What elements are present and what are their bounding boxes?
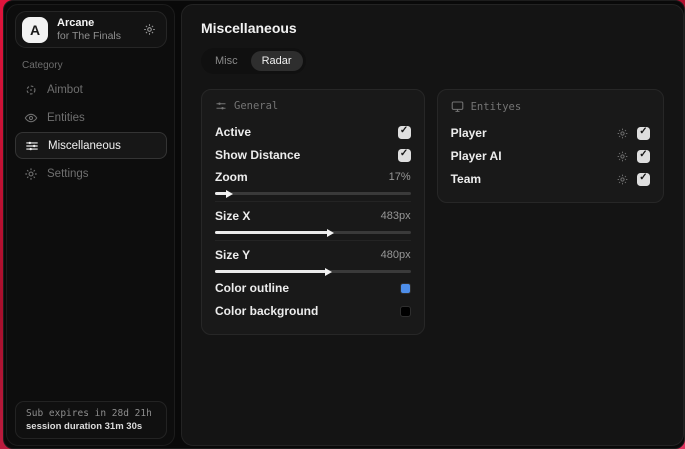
tab-misc[interactable]: Misc bbox=[204, 51, 249, 71]
team-checkbox[interactable] bbox=[637, 172, 650, 186]
brand-text: Arcane for The Finals bbox=[57, 17, 134, 43]
brand-subtitle: for The Finals bbox=[57, 29, 121, 42]
player-ai-checkbox[interactable] bbox=[637, 149, 650, 163]
sidebar: A Arcane for The Finals Category Aimbot … bbox=[6, 4, 175, 446]
slider-value: 483px bbox=[380, 210, 411, 222]
entity-row-player-ai: Player AI bbox=[451, 145, 650, 167]
app-window: A Arcane for The Finals Category Aimbot … bbox=[3, 0, 685, 449]
slider-thumb[interactable] bbox=[225, 189, 233, 198]
divider bbox=[215, 201, 411, 202]
sidebar-item-label: Miscellaneous bbox=[48, 139, 121, 152]
size-x-slider[interactable] bbox=[215, 228, 411, 237]
sub-expiry-text: Sub expires in 28d 21h bbox=[26, 408, 152, 419]
divider bbox=[215, 240, 411, 241]
sidebar-item-label: Settings bbox=[47, 167, 89, 180]
size-y-slider[interactable] bbox=[215, 267, 411, 276]
color-background-swatch[interactable] bbox=[399, 305, 411, 317]
tab-radar[interactable]: Radar bbox=[250, 51, 303, 71]
gear-icon[interactable] bbox=[616, 150, 629, 163]
eye-icon bbox=[24, 111, 38, 125]
sidebar-item-label: Entities bbox=[47, 111, 85, 124]
category-label: Category bbox=[22, 60, 63, 71]
entity-row-player: Player bbox=[451, 122, 650, 144]
subscription-card: Sub expires in 28d 21h session duration … bbox=[15, 401, 167, 439]
panels-row: General Active Show Distance Zoom 17% bbox=[201, 89, 664, 335]
page-title: Miscellaneous bbox=[201, 20, 297, 36]
size-x-slider-group: Size X 483px bbox=[215, 207, 411, 237]
color-label: Color background bbox=[215, 304, 319, 318]
toggle-row-show-distance: Show Distance bbox=[215, 144, 411, 166]
sidebar-item-settings[interactable]: Settings bbox=[15, 160, 167, 187]
slider-label: Size X bbox=[215, 209, 251, 223]
color-outline-swatch[interactable] bbox=[399, 282, 411, 294]
color-label: Color outline bbox=[215, 281, 289, 295]
entity-row-team: Team bbox=[451, 168, 650, 190]
player-checkbox[interactable] bbox=[637, 126, 650, 140]
app-logo: A bbox=[22, 16, 48, 43]
slider-thumb[interactable] bbox=[327, 228, 335, 237]
brand-title: Arcane bbox=[57, 16, 95, 29]
color-row-background: Color background bbox=[215, 300, 411, 322]
session-duration-text: session duration 31m 30s bbox=[26, 421, 143, 432]
toggle-label: Show Distance bbox=[215, 148, 301, 162]
slider-value: 480px bbox=[380, 249, 411, 261]
main-panel: Miscellaneous Misc Radar General Active … bbox=[181, 4, 684, 446]
gear-icon[interactable] bbox=[616, 173, 629, 186]
sidebar-item-entities[interactable]: Entities bbox=[15, 104, 167, 131]
crosshair-icon bbox=[24, 83, 38, 97]
entities-panel-header: Entityes bbox=[451, 100, 650, 113]
tab-bar: Misc Radar bbox=[201, 48, 306, 74]
entity-label: Team bbox=[450, 172, 482, 186]
sidebar-nav: Aimbot Entities Miscellaneous Settings bbox=[15, 76, 167, 187]
slider-label: Zoom bbox=[215, 170, 248, 184]
toggle-row-active: Active bbox=[215, 121, 411, 143]
gear-icon[interactable] bbox=[616, 127, 629, 140]
entity-label: Player bbox=[450, 126, 487, 140]
zoom-slider-group: Zoom 17% bbox=[215, 168, 411, 198]
sliders-icon bbox=[25, 139, 39, 153]
toggle-label: Active bbox=[215, 125, 252, 139]
gear-icon[interactable] bbox=[143, 23, 156, 36]
entities-panel: Entityes Player Pl bbox=[436, 89, 664, 203]
zoom-slider[interactable] bbox=[215, 189, 411, 198]
panel-title: Entityes bbox=[470, 100, 522, 113]
monitor-icon bbox=[451, 100, 464, 113]
slider-label: Size Y bbox=[215, 248, 251, 262]
color-row-outline: Color outline bbox=[215, 277, 411, 299]
sidebar-item-label: Aimbot bbox=[47, 83, 83, 96]
general-panel: General Active Show Distance Zoom 17% bbox=[201, 89, 425, 335]
sidebar-item-miscellaneous[interactable]: Miscellaneous bbox=[15, 132, 167, 159]
slider-value: 17% bbox=[388, 171, 411, 183]
size-y-slider-group: Size Y 480px bbox=[215, 246, 411, 276]
panel-title: General bbox=[234, 100, 279, 112]
active-checkbox[interactable] bbox=[397, 125, 411, 139]
show-distance-checkbox[interactable] bbox=[397, 148, 411, 162]
entity-label: Player AI bbox=[450, 149, 502, 163]
gear-icon bbox=[24, 167, 38, 181]
sidebar-item-aimbot[interactable]: Aimbot bbox=[15, 76, 167, 103]
sliders-icon bbox=[215, 100, 227, 112]
slider-thumb[interactable] bbox=[325, 267, 333, 276]
brand-card: A Arcane for The Finals bbox=[15, 11, 167, 48]
general-panel-header: General bbox=[215, 100, 411, 112]
